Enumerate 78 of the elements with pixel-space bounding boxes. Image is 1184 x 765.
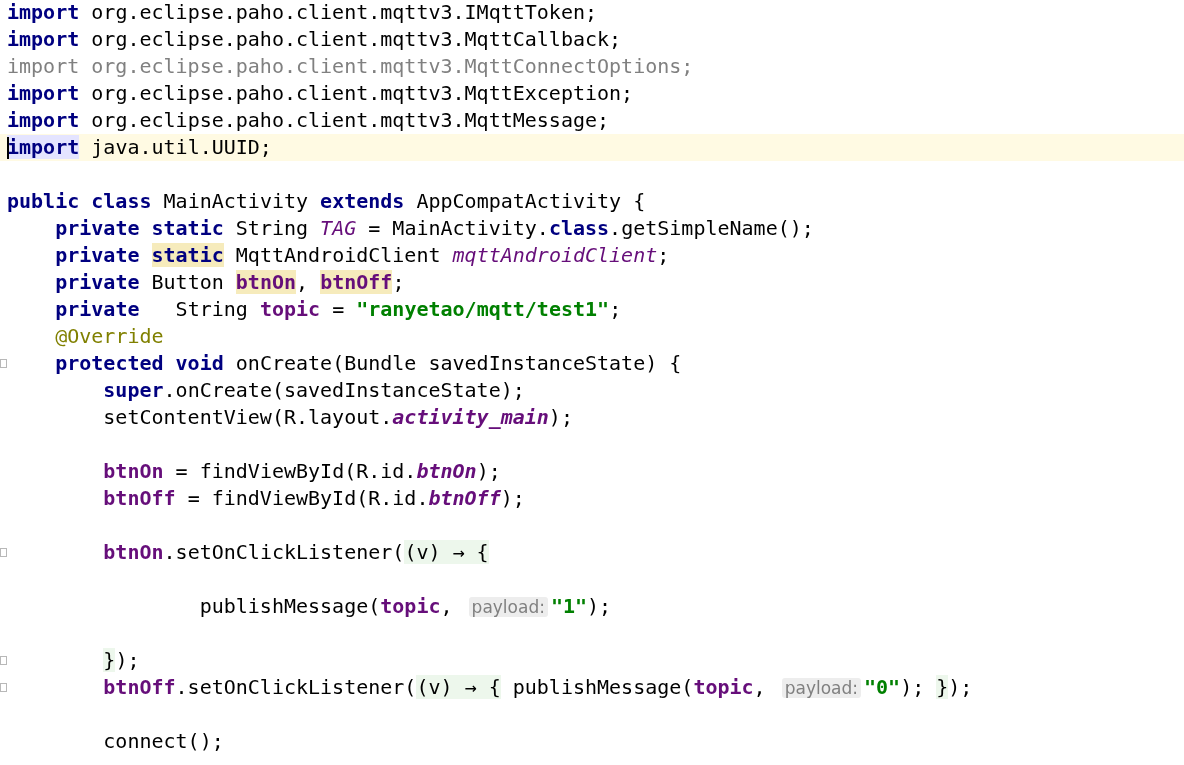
code-text: ; [657, 243, 670, 267]
text-caret [7, 137, 9, 159]
code-text: = findViewById(R.id. [175, 459, 417, 483]
code-text: ); [587, 594, 612, 618]
code-text: onCreate(Bundle savedInstanceState) { [235, 351, 682, 375]
code-text: ); [115, 648, 140, 672]
fold-marker-icon[interactable] [0, 359, 7, 368]
string-literal: "0" [864, 675, 901, 699]
keyword: private [55, 297, 140, 321]
field-name: btnOn [103, 459, 164, 483]
string-literal: "1" [550, 594, 588, 618]
code-text: publishMessage( [199, 594, 381, 618]
code-text: , [440, 594, 454, 618]
code-text: ); [900, 675, 926, 699]
code-text: MqttAndroidClient [235, 243, 442, 267]
parameter-hint: payload: [468, 597, 548, 617]
keyword: private [55, 243, 141, 267]
field-name: btnOff [103, 486, 176, 510]
keyword: import [7, 81, 80, 105]
field-name: topic [259, 297, 321, 321]
static-field: mqttAndroidClient [452, 243, 658, 267]
field-name: topic [693, 675, 754, 699]
keyword: extends [320, 189, 405, 213]
resource-id: btnOn [416, 459, 477, 483]
keyword: static [151, 243, 224, 267]
code-text: publishMessage( [512, 675, 694, 699]
keyword: private [55, 270, 140, 294]
code-text: ); [548, 405, 573, 429]
code-text: setContentView(R.layout. [103, 405, 393, 429]
annotation: @Override [55, 324, 164, 348]
code-text: .getSimpleName(); [609, 216, 814, 240]
keyword: protected void [55, 351, 224, 375]
code-text: AppCompatActivity { [416, 189, 646, 213]
code-text: ); [948, 675, 973, 699]
code-text: = [332, 297, 346, 321]
field-name: btnOff [103, 675, 176, 699]
field-name: btnOff [320, 270, 393, 294]
resource-id: activity_main [392, 405, 549, 429]
keyword: public class [7, 189, 152, 213]
code-text: org.eclipse.paho.client.mqttv3.MqttException; [91, 81, 634, 105]
fold-marker-icon[interactable] [0, 656, 7, 665]
field-name: btnOn [103, 540, 164, 564]
code-text: ; [392, 270, 405, 294]
keyword: import [7, 108, 80, 132]
code-text: org.eclipse.paho.client.mqttv3.IMqttToken; [91, 0, 598, 24]
code-text: , [296, 270, 310, 294]
string-literal: "ranyetao/mqtt/test1" [356, 297, 610, 321]
code-text: = MainActivity. [368, 216, 549, 240]
code-text: .setOnClickListener( [175, 675, 417, 699]
code-text: ; [609, 297, 622, 321]
code-text: String [175, 297, 249, 321]
code-text: ); [500, 486, 525, 510]
unused-import: import org.eclipse.paho.client.mqttv3.MqttConnectOptions; [7, 54, 694, 78]
code-text: , [753, 675, 767, 699]
code-text: connect(); [103, 729, 224, 753]
keyword: private static [55, 216, 224, 240]
keyword: import [7, 0, 80, 24]
fold-marker-icon[interactable] [0, 548, 7, 557]
code-text: org.eclipse.paho.client.mqttv3.MqttCallback; [91, 27, 622, 51]
code-text: = findViewById(R.id. [187, 486, 429, 510]
keyword: import [7, 27, 80, 51]
field-name: btnOn [235, 270, 297, 294]
static-field: TAG [320, 216, 357, 240]
field-name: topic [380, 594, 441, 618]
code-text: MainActivity [163, 189, 310, 213]
fold-marker-icon[interactable] [0, 683, 7, 692]
code-text: org.eclipse.paho.client.mqttv3.MqttMessage; [91, 108, 610, 132]
keyword: super [103, 378, 164, 402]
keyword: import [7, 135, 80, 159]
code-text: String [235, 216, 310, 240]
code-text: java.util.UUID; [91, 135, 272, 159]
keyword: class [548, 216, 610, 240]
code-text: .setOnClickListener( [163, 540, 405, 564]
code-text: ); [476, 459, 501, 483]
resource-id: btnOff [428, 486, 501, 510]
parameter-hint: payload: [781, 678, 862, 698]
code-text: Button [151, 270, 225, 294]
code-text: .onCreate(savedInstanceState); [163, 378, 525, 402]
